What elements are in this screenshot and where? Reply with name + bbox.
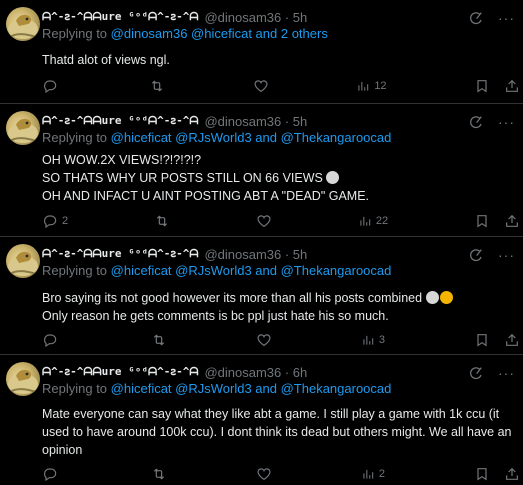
bookmark-icon[interactable]	[474, 213, 490, 229]
reply-icon	[42, 78, 58, 94]
handle-and-time[interactable]: @dinosam36 · 5h	[204, 10, 307, 25]
more-icon[interactable]: ···	[498, 365, 515, 381]
more-icon[interactable]: ···	[498, 247, 515, 263]
retweet-icon	[154, 213, 170, 229]
tweet[interactable]: ᗩ^-ꙅ-^ᗩᗩure ᴳᵒᵈᗩ^-ꙅ-^ᗩ @dinosam36 · 6h ·…	[0, 355, 523, 485]
views-count: 3	[378, 334, 386, 346]
skull-icon	[326, 171, 340, 184]
bookmark-icon[interactable]	[474, 78, 490, 94]
bookmark-icon[interactable]	[474, 466, 490, 482]
views-button[interactable]: 12	[356, 79, 387, 93]
more-icon[interactable]: ···	[498, 114, 515, 130]
like-button[interactable]	[256, 213, 272, 229]
views-icon	[361, 333, 375, 347]
retweet-button[interactable]	[151, 466, 167, 482]
tweet-text: Mate everyone can say what they like abt…	[42, 407, 512, 457]
retweet-icon	[149, 78, 165, 94]
views-icon	[361, 467, 375, 481]
like-button[interactable]	[256, 332, 272, 348]
crying-face-icon	[439, 291, 453, 304]
like-icon	[253, 78, 269, 94]
reply-button[interactable]	[42, 332, 62, 348]
replying-to-link[interactable]: @hiceficat @RJsWorld3 and @Thekangarooca…	[111, 381, 392, 396]
reply-button[interactable]	[42, 466, 62, 482]
views-button[interactable]: 3	[361, 333, 385, 347]
reply-button[interactable]: 2	[42, 213, 68, 229]
views-button[interactable]: 22	[358, 214, 388, 228]
replying-to: Replying to @hiceficat @RJsWorld3 and @T…	[42, 263, 392, 278]
display-name[interactable]: ᗩ^-ꙅ-^ᗩᗩure ᴳᵒᵈᗩ^-ꙅ-^ᗩ	[42, 247, 198, 261]
tweet[interactable]: ᗩ^-ꙅ-^ᗩᗩure ᴳᵒᵈᗩ^-ꙅ-^ᗩ @dinosam36 · 5h ·…	[0, 237, 523, 355]
replying-to-link[interactable]: @dinosam36 @hiceficat and 2 others	[111, 26, 328, 41]
retweet-icon	[151, 332, 167, 348]
avatar[interactable]	[6, 244, 40, 278]
tweet[interactable]: ᗩ^-ꙅ-^ᗩᗩure ᴳᵒᵈᗩ^-ꙅ-^ᗩ @dinosam36 · 5h ·…	[0, 0, 523, 104]
share-icon[interactable]	[504, 466, 520, 482]
like-icon	[256, 213, 272, 229]
replying-to-link[interactable]: @hiceficat @RJsWorld3 and @Thekangarooca…	[111, 263, 392, 278]
like-icon	[256, 332, 272, 348]
share-icon[interactable]	[504, 78, 520, 94]
avatar[interactable]	[6, 111, 40, 145]
reply-icon	[42, 332, 58, 348]
retweet-button[interactable]	[149, 78, 165, 94]
handle-and-time[interactable]: @dinosam36 · 5h	[204, 114, 307, 129]
grok-icon[interactable]	[468, 114, 484, 130]
tweet[interactable]: ᗩ^-ꙅ-^ᗩᗩure ᴳᵒᵈᗩ^-ꙅ-^ᗩ @dinosam36 · 5h ·…	[0, 104, 523, 237]
views-count: 2	[378, 468, 386, 480]
like-button[interactable]	[253, 78, 269, 94]
replying-to: Replying to @hiceficat @RJsWorld3 and @T…	[42, 130, 392, 145]
reply-count: 2	[62, 215, 69, 227]
more-icon[interactable]: ···	[498, 10, 515, 26]
retweet-button[interactable]	[154, 213, 170, 229]
avatar[interactable]	[6, 7, 40, 41]
replying-to-link[interactable]: @hiceficat @RJsWorld3 and @Thekangarooca…	[111, 130, 392, 145]
replying-to: Replying to @dinosam36 @hiceficat and 2 …	[42, 26, 328, 41]
avatar[interactable]	[6, 362, 40, 396]
retweet-button[interactable]	[151, 332, 167, 348]
skull-icon	[425, 291, 439, 304]
bookmark-icon[interactable]	[474, 332, 490, 348]
like-button[interactable]	[256, 466, 272, 482]
views-icon	[356, 79, 370, 93]
share-icon[interactable]	[504, 213, 520, 229]
tweet-text: Bro saying its not good however its more…	[42, 289, 516, 325]
grok-icon[interactable]	[468, 10, 484, 26]
retweet-icon	[151, 466, 167, 482]
like-icon	[256, 466, 272, 482]
share-icon[interactable]	[504, 332, 520, 348]
reply-button[interactable]	[42, 78, 62, 94]
display-name[interactable]: ᗩ^-ꙅ-^ᗩᗩure ᴳᵒᵈᗩ^-ꙅ-^ᗩ	[42, 365, 198, 379]
views-button[interactable]: 2	[361, 467, 385, 481]
display-name[interactable]: ᗩ^-ꙅ-^ᗩᗩure ᴳᵒᵈᗩ^-ꙅ-^ᗩ	[42, 114, 198, 128]
handle-and-time[interactable]: @dinosam36 · 5h	[204, 247, 307, 262]
display-name[interactable]: ᗩ^-ꙅ-^ᗩᗩure ᴳᵒᵈᗩ^-ꙅ-^ᗩ	[42, 10, 198, 24]
views-count: 12	[374, 80, 387, 92]
tweet-text: Thatd alot of views ngl.	[42, 53, 170, 67]
grok-icon[interactable]	[468, 247, 484, 263]
tweet-text: OH WOW.2X VIEWS!?!?!?!? SO THATS WHY UR …	[42, 153, 370, 203]
handle-and-time[interactable]: @dinosam36 · 6h	[204, 365, 307, 380]
reply-icon	[42, 466, 58, 482]
views-icon	[358, 214, 372, 228]
reply-icon	[42, 213, 58, 229]
views-count: 22	[375, 215, 389, 227]
grok-icon[interactable]	[468, 365, 484, 381]
replying-to: Replying to @hiceficat @RJsWorld3 and @T…	[42, 381, 392, 396]
